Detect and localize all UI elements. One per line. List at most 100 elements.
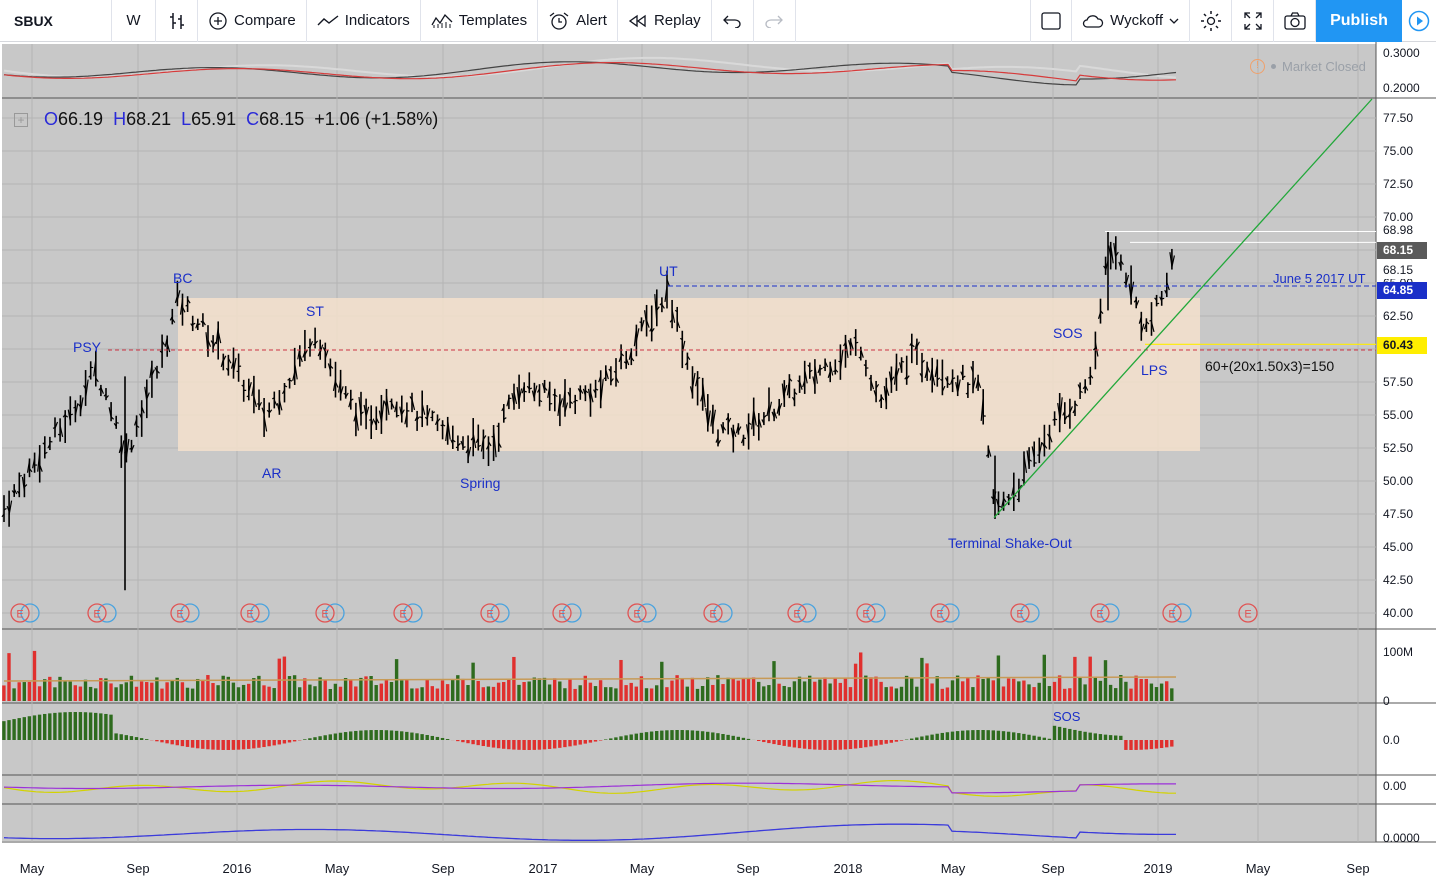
pane3-bar	[313, 737, 317, 740]
pane3-bar	[226, 740, 230, 750]
volume-bar	[206, 675, 210, 701]
volume-bar	[976, 675, 980, 701]
pane3-bar	[282, 740, 287, 744]
undo-button[interactable]	[712, 0, 754, 42]
gear-icon	[1200, 10, 1221, 31]
volume-bar	[751, 677, 756, 701]
pane3-bar	[119, 734, 123, 740]
symbol-search[interactable]: SBUX	[0, 0, 112, 42]
pane3-bar	[706, 731, 710, 740]
top-toolbar: SBUX W Compare Indicators Templates Aler…	[0, 0, 1436, 42]
layout-menu-button[interactable]: Wyckoff	[1072, 0, 1190, 42]
pane3-bar	[838, 740, 842, 750]
price-axis-label: 40.00	[1383, 606, 1413, 620]
indicators-button[interactable]: Indicators	[307, 0, 421, 42]
redo-button[interactable]	[754, 0, 796, 42]
annotation-shakeout[interactable]: Terminal Shake-Out	[948, 535, 1072, 551]
pane3-bar	[2, 721, 6, 740]
annotation-lps[interactable]: LPS	[1141, 362, 1167, 378]
annotation-bc[interactable]: BC	[173, 270, 192, 286]
price-bar-close	[998, 505, 1002, 508]
pane3-bar	[583, 740, 587, 744]
volume-bar	[879, 681, 883, 701]
volume-bar	[797, 676, 802, 701]
pane3-bar	[17, 718, 21, 740]
interval-label: W	[126, 12, 141, 29]
price-axis-label: 62.50	[1383, 309, 1413, 323]
pane3-bar	[828, 740, 832, 750]
annotation-spring[interactable]: Spring	[460, 475, 500, 491]
volume-bar	[568, 678, 572, 701]
pane3-bar	[690, 730, 695, 740]
earnings-marker-label: E	[1016, 609, 1023, 621]
june-ut-label[interactable]: June 5 2017 UT	[1273, 271, 1366, 286]
pane3-bar	[1098, 734, 1103, 740]
price-bar-open	[307, 346, 311, 349]
earnings-marker-label: E	[246, 609, 253, 621]
pane3-bar	[1119, 735, 1123, 740]
earnings-marker-label: E	[321, 609, 328, 621]
undo-icon	[723, 15, 741, 28]
snapshot-button[interactable]	[1274, 0, 1316, 42]
pane3-bar	[976, 730, 980, 740]
volume-bar	[818, 679, 822, 701]
fullscreen-box-button[interactable]	[1030, 0, 1073, 42]
volume-bar	[17, 682, 21, 701]
volume-bar	[502, 682, 506, 701]
settings-button[interactable]	[1190, 0, 1232, 42]
pane3-bar	[88, 712, 93, 740]
volume-bar	[119, 684, 123, 701]
volume-bar	[757, 681, 761, 701]
pane3-bar	[277, 740, 281, 745]
target-formula[interactable]: 60+(20x1.50x3)=150	[1205, 358, 1334, 374]
volume-bar	[201, 681, 205, 701]
annotation-psy[interactable]: PSY	[73, 339, 101, 355]
pane3-axis-label: 0.0	[1383, 733, 1400, 747]
chart-container[interactable]: 77.5075.0072.5070.0067.5065.0062.5060.00…	[0, 42, 1436, 881]
annotation-ut[interactable]: UT	[659, 263, 678, 279]
volume-bar	[1093, 677, 1097, 701]
volume-bar	[639, 676, 644, 701]
chart-canvas[interactable]: 77.5075.0072.5070.0067.5065.0062.5060.00…	[0, 42, 1436, 881]
pane3-bar	[680, 730, 684, 740]
play-button[interactable]	[1402, 0, 1436, 42]
pane3-bar	[180, 740, 185, 747]
volume-bar	[945, 687, 950, 701]
volume-bar	[1022, 680, 1026, 701]
earnings-marker-label: E	[936, 609, 943, 621]
volume-bar	[925, 663, 929, 701]
volume-bar	[833, 677, 837, 701]
earnings-marker-label: E	[93, 609, 100, 621]
compare-button[interactable]: Compare	[198, 0, 307, 42]
publish-button[interactable]: Publish	[1316, 0, 1402, 42]
price-bar-close	[1161, 297, 1165, 300]
volume-bar	[185, 687, 190, 701]
pane3-bar	[236, 740, 241, 750]
pane3-bar	[27, 716, 32, 740]
pane3-bar	[461, 740, 465, 743]
price-bar-open	[57, 433, 61, 436]
templates-button[interactable]: Templates	[421, 0, 539, 42]
pane3-bar	[109, 714, 113, 740]
pane3-bar	[430, 735, 434, 740]
fullscreen-button[interactable]	[1232, 0, 1274, 42]
annotation-ar[interactable]: AR	[262, 465, 281, 481]
annotation-sos-pane[interactable]: SOS	[1053, 709, 1080, 724]
interval-button[interactable]: W	[112, 0, 156, 42]
pane3-bar	[910, 738, 914, 740]
pane3-bar	[629, 734, 633, 740]
volume-bar	[1149, 683, 1154, 701]
volume-bar	[420, 687, 424, 701]
replay-button[interactable]: Replay	[618, 0, 712, 42]
chevron-down-icon	[1169, 18, 1179, 24]
alert-button[interactable]: Alert	[538, 0, 618, 42]
price-bar-close	[524, 390, 527, 393]
annotation-st[interactable]: ST	[306, 303, 324, 319]
annotation-sos[interactable]: SOS	[1053, 325, 1083, 341]
price-bar-open	[491, 435, 494, 438]
volume-bar	[323, 680, 327, 701]
expand-legend-icon[interactable]: +	[14, 112, 28, 127]
volume-bar	[741, 677, 746, 701]
volume-bar	[471, 662, 475, 701]
bar-style-button[interactable]	[156, 0, 198, 42]
